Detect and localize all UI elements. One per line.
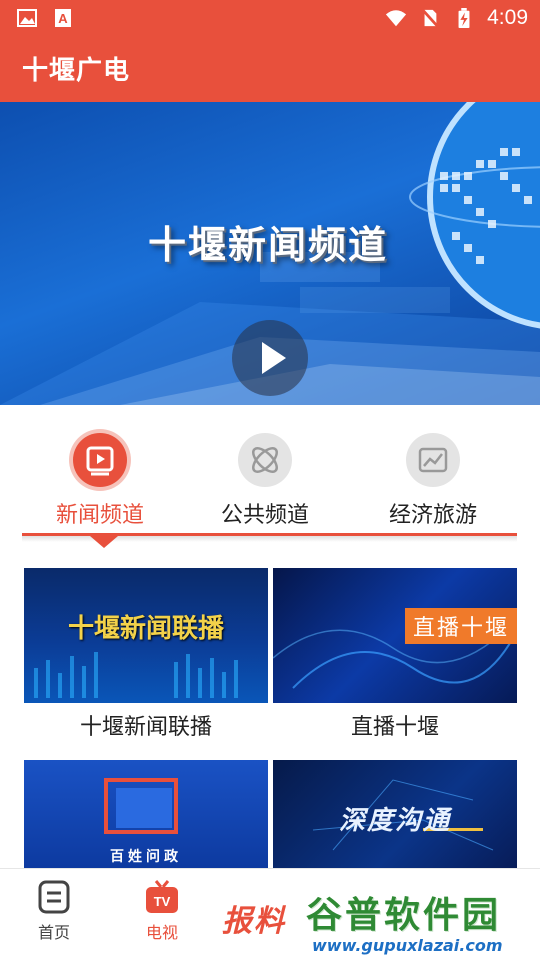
- no-sim-icon: [420, 8, 440, 28]
- atom-icon: [238, 433, 292, 487]
- play-button[interactable]: [232, 320, 308, 396]
- program-card-deep-communication[interactable]: 深度沟通: [273, 760, 517, 868]
- tv-icon: [73, 433, 127, 487]
- status-time: 4:09: [487, 6, 528, 29]
- play-icon: [262, 342, 286, 374]
- program-thumbnail: 直播十堰: [273, 568, 517, 703]
- program-title: 十堰新闻联播: [79, 715, 212, 740]
- document-icon: [38, 880, 70, 914]
- program-card-live-shiyan[interactable]: 直播十堰 直播十堰: [273, 568, 517, 741]
- app-bar: 十堰广电: [0, 36, 540, 102]
- tab-label: 新闻频道: [55, 503, 144, 528]
- thumbnail-text: 十堰新闻联播: [67, 614, 224, 644]
- program-card-news-broadcast[interactable]: 十堰新闻联播 十堰新闻联播: [24, 568, 268, 741]
- program-title: 直播十堰: [350, 715, 439, 740]
- nav-label: 电视: [145, 923, 178, 942]
- hero-title: 十堰新闻频道: [148, 223, 389, 267]
- battery-charging-icon: [458, 8, 470, 28]
- watermark: 谷普软件园 www.gupuxlazai.com: [300, 884, 540, 960]
- hero-video[interactable]: 十堰新闻频道: [0, 102, 540, 405]
- tab-label: 公共频道: [220, 503, 309, 528]
- svg-text:TV: TV: [154, 894, 171, 909]
- nav-label: 首页: [37, 923, 70, 942]
- tab-economy-travel[interactable]: 经济旅游: [343, 405, 523, 535]
- tab-active-caret: [90, 536, 118, 548]
- watermark-title: 谷普软件园: [306, 895, 502, 936]
- report-button[interactable]: 报料: [222, 896, 286, 940]
- wifi-icon: [386, 10, 407, 27]
- program-card-public-affairs[interactable]: 百姓问政: [24, 760, 268, 868]
- program-thumbnail: 十堰新闻联播: [24, 568, 268, 703]
- thumbnail-text: 直播十堰: [404, 608, 517, 644]
- thumbnail-text: 深度沟通: [338, 806, 451, 836]
- channel-tabs: 新闻频道 公共频道 经济旅游: [0, 405, 540, 565]
- program-thumbnail: 百姓问政: [24, 760, 268, 868]
- tab-public-channel[interactable]: 公共频道: [175, 405, 355, 535]
- program-thumbnail: 深度沟通: [273, 760, 517, 868]
- tab-news-channel[interactable]: 新闻频道: [10, 405, 190, 535]
- tab-label: 经济旅游: [388, 503, 477, 528]
- image-icon: [17, 9, 37, 27]
- tv-icon: TV: [146, 880, 178, 913]
- app-title: 十堰广电: [22, 56, 131, 86]
- status-bar: A 4:09: [0, 0, 540, 36]
- nav-tv[interactable]: TV 电视: [127, 879, 197, 943]
- thumbnail-text: 百姓问政: [110, 849, 182, 865]
- svg-text:A: A: [58, 11, 68, 26]
- chart-icon: [406, 433, 460, 487]
- nav-home[interactable]: 首页: [19, 879, 89, 943]
- watermark-url: www.gupuxlazai.com: [312, 936, 503, 955]
- text-a-icon: A: [55, 9, 71, 27]
